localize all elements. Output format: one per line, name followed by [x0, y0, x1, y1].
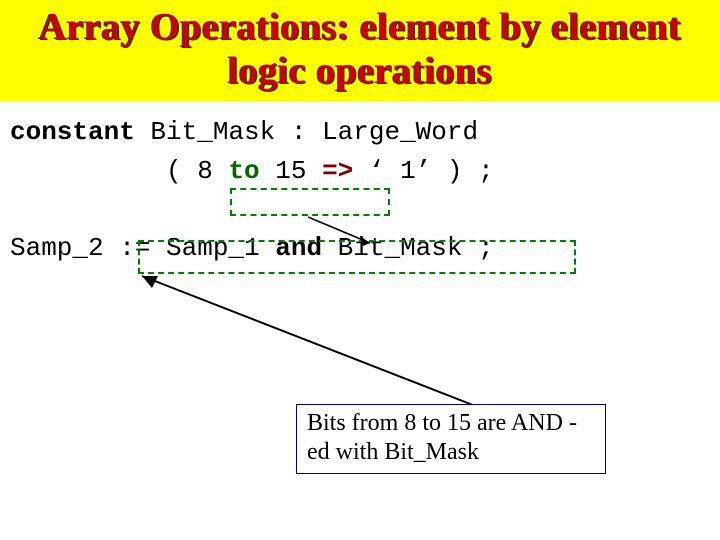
keyword-constant: constant [10, 117, 135, 147]
keyword-to: to [228, 156, 259, 186]
code-text: Samp_2 := Samp_1 [10, 233, 275, 263]
code-line-2: ( 8 to 15 => ‘ 1’ ) ; [10, 152, 710, 191]
code-blank [10, 191, 710, 229]
annotation-box: Bits from 8 to 15 are AND -ed with Bit_M… [296, 404, 606, 474]
keyword-fatarrow: => [322, 156, 353, 186]
keyword-and: and [275, 233, 322, 263]
code-line-1: constant Bit_Mask : Large_Word [10, 113, 710, 152]
title-bar: Array Operations: element by element log… [0, 0, 720, 101]
code-text: Bit_Mask : Large_Word [135, 117, 478, 147]
code-block: constant Bit_Mask : Large_Word ( 8 to 15… [0, 101, 720, 268]
code-line-3: Samp_2 := Samp_1 and Bit_Mask ; [10, 229, 710, 268]
code-text: ( 8 [10, 156, 228, 186]
code-text: 15 [260, 156, 322, 186]
code-text: ‘ 1’ ) ; [353, 156, 493, 186]
page-title: Array Operations: element by element log… [10, 6, 710, 93]
annotation-text: Bits from 8 to 15 are AND -ed with Bit_M… [307, 410, 577, 465]
code-text: Bit_Mask ; [322, 233, 494, 263]
